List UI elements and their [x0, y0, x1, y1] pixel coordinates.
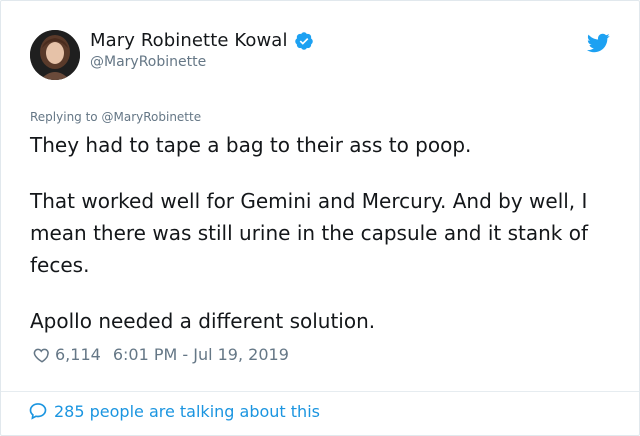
heart-icon[interactable]	[33, 346, 51, 364]
tweet-timestamp[interactable]: 6:01 PM - Jul 19, 2019	[113, 345, 289, 364]
author-handle[interactable]: @MaryRobinette	[90, 54, 206, 70]
twitter-bird-icon[interactable]	[586, 31, 610, 55]
avatar-image	[30, 30, 80, 80]
avatar[interactable]	[30, 30, 80, 80]
verified-badge-icon	[294, 31, 314, 51]
tweet-paragraph: They had to tape a bag to their ass to p…	[30, 133, 472, 157]
tweet-meta-row: 6,114 6:01 PM - Jul 19, 2019	[33, 345, 289, 364]
people-talking-link[interactable]: 285 people are talking about this	[28, 401, 320, 421]
author-display-name[interactable]: Mary Robinette Kowal	[90, 30, 288, 51]
replying-to-prefix: Replying to	[30, 110, 98, 124]
tweet-paragraph: That worked well for Gemini and Mercury.…	[30, 189, 588, 277]
tweet-text: They had to tape a bag to their ass to p…	[30, 129, 620, 337]
replying-to-line: Replying to @MaryRobinette	[30, 110, 201, 124]
replying-to-handle[interactable]: @MaryRobinette	[101, 110, 201, 124]
tweet-paragraph: Apollo needed a different solution.	[30, 309, 376, 333]
author-name-row[interactable]: Mary Robinette Kowal	[90, 30, 314, 51]
like-count[interactable]: 6,114	[55, 345, 101, 364]
speech-bubble-icon	[28, 401, 48, 421]
tweet-card: Mary Robinette Kowal @MaryRobinette Repl…	[0, 0, 640, 436]
people-talking-text[interactable]: 285 people are talking about this	[54, 402, 320, 421]
divider	[1, 391, 639, 392]
